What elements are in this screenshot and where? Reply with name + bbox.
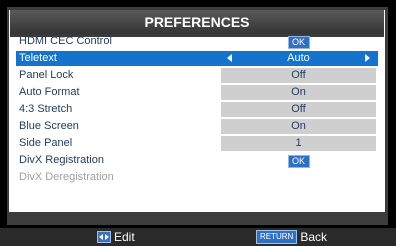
row-value: OK	[221, 153, 376, 168]
row-value: Off	[221, 68, 376, 83]
back-label: Back	[300, 230, 328, 244]
preferences-list: HDMI CEC Control OK Teletext Auto Panel …	[16, 34, 378, 187]
row-value: On	[221, 119, 376, 134]
arrow-right-icon[interactable]	[365, 54, 370, 62]
row-4-3-stretch[interactable]: 4:3 Stretch Off	[16, 102, 378, 117]
menu-title: PREFERENCES	[10, 10, 384, 37]
row-teletext[interactable]: Teletext Auto	[16, 51, 378, 66]
row-label: Teletext	[19, 52, 57, 64]
row-value: 1	[221, 136, 376, 151]
row-value: OK	[221, 34, 376, 49]
row-value[interactable]: Auto	[221, 51, 376, 66]
row-divx-deregistration: DivX Deregistration	[16, 170, 378, 185]
value-text: Auto	[287, 52, 310, 64]
row-side-panel[interactable]: Side Panel 1	[16, 136, 378, 151]
return-button-icon: RETURN	[256, 230, 298, 244]
left-right-arrows-icon	[97, 231, 111, 243]
row-divx-registration[interactable]: DivX Registration OK	[16, 153, 378, 168]
footer-bar: Edit RETURN Back	[0, 228, 396, 246]
row-label: HDMI CEC Control	[19, 35, 112, 47]
row-hdmi-cec-control[interactable]: HDMI CEC Control OK	[16, 34, 378, 49]
row-auto-format[interactable]: Auto Format On	[16, 85, 378, 100]
row-value: Off	[221, 102, 376, 117]
row-label: Panel Lock	[19, 69, 74, 81]
row-label: DivX Registration	[19, 154, 104, 166]
row-label: DivX Deregistration	[19, 171, 114, 183]
row-label: Auto Format	[19, 86, 80, 98]
footer-edit: Edit	[97, 230, 135, 244]
row-label: Blue Screen	[19, 120, 79, 132]
row-label: 4:3 Stretch	[19, 103, 73, 115]
row-value: On	[221, 85, 376, 100]
ok-button[interactable]: OK	[287, 155, 310, 168]
row-panel-lock[interactable]: Panel Lock Off	[16, 68, 378, 83]
row-label: Side Panel	[19, 137, 73, 149]
row-blue-screen[interactable]: Blue Screen On	[16, 119, 378, 134]
edit-label: Edit	[114, 230, 135, 244]
footer-back: RETURN Back	[256, 230, 327, 244]
ok-button[interactable]: OK	[287, 36, 310, 49]
arrow-left-icon[interactable]	[227, 54, 232, 62]
